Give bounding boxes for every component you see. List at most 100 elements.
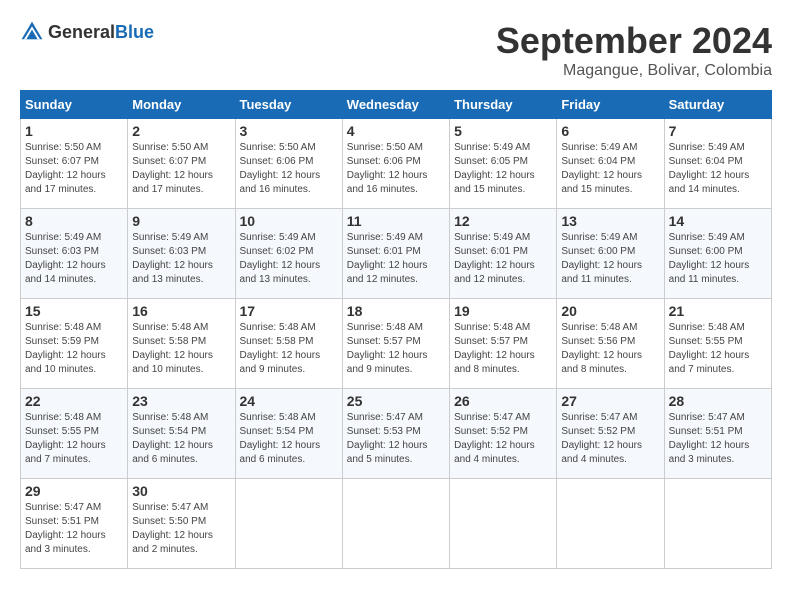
calendar-cell: 22 Sunrise: 5:48 AM Sunset: 5:55 PM Dayli… [21,389,128,479]
calendar-cell: 20 Sunrise: 5:48 AM Sunset: 5:56 PM Dayli… [557,299,664,389]
day-number: 11 [347,213,445,229]
day-number: 2 [132,123,230,139]
calendar-cell: 25 Sunrise: 5:47 AM Sunset: 5:53 PM Dayli… [342,389,449,479]
day-info: Sunrise: 5:47 AM Sunset: 5:53 PM Dayligh… [347,411,445,467]
day-info: Sunrise: 5:49 AM Sunset: 6:00 PM Dayligh… [561,231,659,287]
calendar-cell: 18 Sunrise: 5:48 AM Sunset: 5:57 PM Dayli… [342,299,449,389]
calendar-cell: 23 Sunrise: 5:48 AM Sunset: 5:54 PM Dayli… [128,389,235,479]
calendar-cell: 15 Sunrise: 5:48 AM Sunset: 5:59 PM Dayli… [21,299,128,389]
day-info: Sunrise: 5:47 AM Sunset: 5:52 PM Dayligh… [454,411,552,467]
calendar-table: Sunday Monday Tuesday Wednesday Thursday… [20,90,772,569]
col-tuesday: Tuesday [235,91,342,119]
day-info: Sunrise: 5:47 AM Sunset: 5:52 PM Dayligh… [561,411,659,467]
calendar-cell: 14 Sunrise: 5:49 AM Sunset: 6:00 PM Dayli… [664,209,771,299]
day-info: Sunrise: 5:48 AM Sunset: 5:55 PM Dayligh… [669,321,767,377]
day-info: Sunrise: 5:49 AM Sunset: 6:01 PM Dayligh… [347,231,445,287]
title-area: September 2024 Magangue, Bolivar, Colomb… [496,20,772,80]
day-number: 22 [25,393,123,409]
day-number: 5 [454,123,552,139]
day-number: 27 [561,393,659,409]
day-info: Sunrise: 5:49 AM Sunset: 6:03 PM Dayligh… [132,231,230,287]
day-number: 24 [240,393,338,409]
day-info: Sunrise: 5:48 AM Sunset: 5:54 PM Dayligh… [240,411,338,467]
calendar-cell: 8 Sunrise: 5:49 AM Sunset: 6:03 PM Daylig… [21,209,128,299]
calendar-cell [450,479,557,569]
day-number: 20 [561,303,659,319]
calendar-week-2: 8 Sunrise: 5:49 AM Sunset: 6:03 PM Daylig… [21,209,772,299]
calendar-cell: 6 Sunrise: 5:49 AM Sunset: 6:04 PM Daylig… [557,119,664,209]
logo-text-general: General [48,22,115,42]
day-number: 28 [669,393,767,409]
day-info: Sunrise: 5:48 AM Sunset: 5:56 PM Dayligh… [561,321,659,377]
col-friday: Friday [557,91,664,119]
day-number: 25 [347,393,445,409]
day-info: Sunrise: 5:47 AM Sunset: 5:51 PM Dayligh… [669,411,767,467]
calendar-week-3: 15 Sunrise: 5:48 AM Sunset: 5:59 PM Dayli… [21,299,772,389]
day-info: Sunrise: 5:50 AM Sunset: 6:06 PM Dayligh… [240,141,338,197]
calendar-cell [557,479,664,569]
day-number: 10 [240,213,338,229]
calendar-cell: 5Sunrise: 5:49 AM Sunset: 6:05 PM Daylig… [450,119,557,209]
day-number: 18 [347,303,445,319]
calendar-week-5: 29 Sunrise: 5:47 AM Sunset: 5:51 PM Dayli… [21,479,772,569]
calendar-cell: 12 Sunrise: 5:49 AM Sunset: 6:01 PM Dayli… [450,209,557,299]
day-number: 8 [25,213,123,229]
day-info: Sunrise: 5:48 AM Sunset: 5:57 PM Dayligh… [454,321,552,377]
day-info: Sunrise: 5:49 AM Sunset: 6:01 PM Dayligh… [454,231,552,287]
day-info: Sunrise: 5:50 AM Sunset: 6:06 PM Dayligh… [347,141,445,197]
day-number: 1 [25,123,123,139]
header: GeneralBlue September 2024 Magangue, Bol… [20,20,772,80]
logo: GeneralBlue [20,20,154,44]
day-info: Sunrise: 5:48 AM Sunset: 5:55 PM Dayligh… [25,411,123,467]
calendar-cell: 11 Sunrise: 5:49 AM Sunset: 6:01 PM Dayli… [342,209,449,299]
calendar-cell: 30 Sunrise: 5:47 AM Sunset: 5:50 PM Dayli… [128,479,235,569]
day-number: 6 [561,123,659,139]
calendar-cell: 28 Sunrise: 5:47 AM Sunset: 5:51 PM Dayli… [664,389,771,479]
col-saturday: Saturday [664,91,771,119]
day-number: 9 [132,213,230,229]
day-info: Sunrise: 5:48 AM Sunset: 5:58 PM Dayligh… [132,321,230,377]
day-number: 30 [132,483,230,499]
col-thursday: Thursday [450,91,557,119]
day-info: Sunrise: 5:50 AM Sunset: 6:07 PM Dayligh… [25,141,123,197]
month-title: September 2024 [496,20,772,62]
calendar-cell [664,479,771,569]
day-number: 26 [454,393,552,409]
calendar-cell: 13 Sunrise: 5:49 AM Sunset: 6:00 PM Dayli… [557,209,664,299]
calendar-cell: 26 Sunrise: 5:47 AM Sunset: 5:52 PM Dayli… [450,389,557,479]
day-info: Sunrise: 5:48 AM Sunset: 5:59 PM Dayligh… [25,321,123,377]
header-row: Sunday Monday Tuesday Wednesday Thursday… [21,91,772,119]
col-monday: Monday [128,91,235,119]
day-number: 23 [132,393,230,409]
calendar-cell: 3Sunrise: 5:50 AM Sunset: 6:06 PM Daylig… [235,119,342,209]
calendar-cell [342,479,449,569]
col-sunday: Sunday [21,91,128,119]
calendar-cell: 17Sunrise: 5:48 AM Sunset: 5:58 PM Dayli… [235,299,342,389]
day-number: 15 [25,303,123,319]
calendar-week-4: 22 Sunrise: 5:48 AM Sunset: 5:55 PM Dayli… [21,389,772,479]
day-number: 13 [561,213,659,229]
day-info: Sunrise: 5:48 AM Sunset: 5:54 PM Dayligh… [132,411,230,467]
day-info: Sunrise: 5:49 AM Sunset: 6:03 PM Dayligh… [25,231,123,287]
calendar-cell: 16Sunrise: 5:48 AM Sunset: 5:58 PM Dayli… [128,299,235,389]
calendar-cell: 2 Sunrise: 5:50 AM Sunset: 6:07 PM Daylig… [128,119,235,209]
calendar-cell: 9 Sunrise: 5:49 AM Sunset: 6:03 PM Daylig… [128,209,235,299]
day-number: 7 [669,123,767,139]
calendar-cell: 24 Sunrise: 5:48 AM Sunset: 5:54 PM Dayli… [235,389,342,479]
day-info: Sunrise: 5:49 AM Sunset: 6:00 PM Dayligh… [669,231,767,287]
day-number: 12 [454,213,552,229]
day-info: Sunrise: 5:47 AM Sunset: 5:51 PM Dayligh… [25,501,123,557]
day-info: Sunrise: 5:48 AM Sunset: 5:57 PM Dayligh… [347,321,445,377]
day-number: 14 [669,213,767,229]
calendar-cell: 21Sunrise: 5:48 AM Sunset: 5:55 PM Dayli… [664,299,771,389]
day-number: 19 [454,303,552,319]
day-info: Sunrise: 5:49 AM Sunset: 6:04 PM Dayligh… [561,141,659,197]
day-info: Sunrise: 5:47 AM Sunset: 5:50 PM Dayligh… [132,501,230,557]
logo-text-blue: Blue [115,22,154,42]
calendar-cell [235,479,342,569]
calendar-cell: 29 Sunrise: 5:47 AM Sunset: 5:51 PM Dayli… [21,479,128,569]
calendar-cell: 7Sunrise: 5:49 AM Sunset: 6:04 PM Daylig… [664,119,771,209]
col-wednesday: Wednesday [342,91,449,119]
day-info: Sunrise: 5:50 AM Sunset: 6:07 PM Dayligh… [132,141,230,197]
day-number: 29 [25,483,123,499]
